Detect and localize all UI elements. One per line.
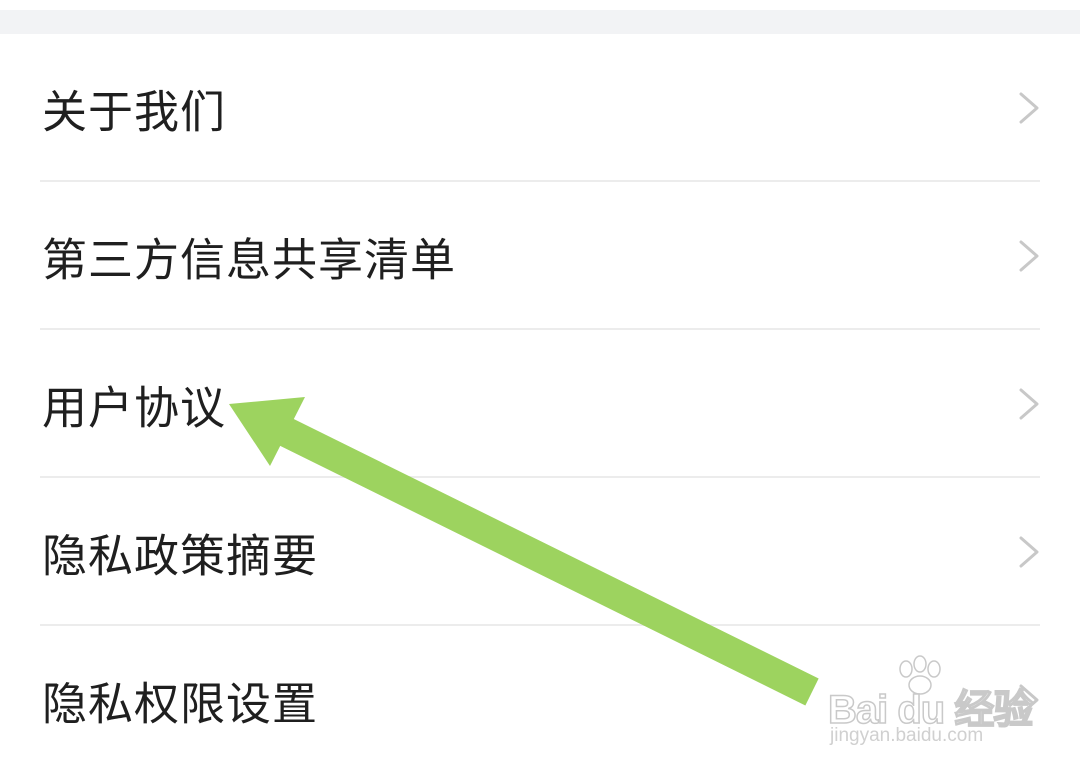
menu-item-label: 第三方信息共享清单 (42, 233, 457, 287)
menu-item-third-party-sharing-list[interactable]: 第三方信息共享清单 (0, 182, 1080, 330)
menu-item-label: 关于我们 (42, 85, 227, 139)
chevron-right-icon (1019, 684, 1039, 716)
section-gap (0, 10, 1080, 34)
chevron-right-icon (1019, 92, 1039, 124)
menu-item-privacy-policy-summary[interactable]: 隐私政策摘要 (0, 478, 1080, 626)
menu-item-label: 用户协议 (42, 381, 227, 435)
menu-item-label: 隐私权限设置 (42, 677, 319, 731)
menu-item-privacy-permission-settings[interactable]: 隐私权限设置 (0, 626, 1080, 774)
chevron-right-icon (1019, 388, 1039, 420)
menu-item-about-us[interactable]: 关于我们 (0, 34, 1080, 182)
settings-menu: 关于我们 第三方信息共享清单 用户协议 隐私政策摘要 隐私权限设置 (0, 34, 1080, 774)
menu-item-user-agreement[interactable]: 用户协议 (0, 330, 1080, 478)
top-gap (0, 0, 1080, 34)
chevron-right-icon (1019, 536, 1039, 568)
chevron-right-icon (1019, 240, 1039, 272)
menu-item-label: 隐私政策摘要 (42, 529, 319, 583)
